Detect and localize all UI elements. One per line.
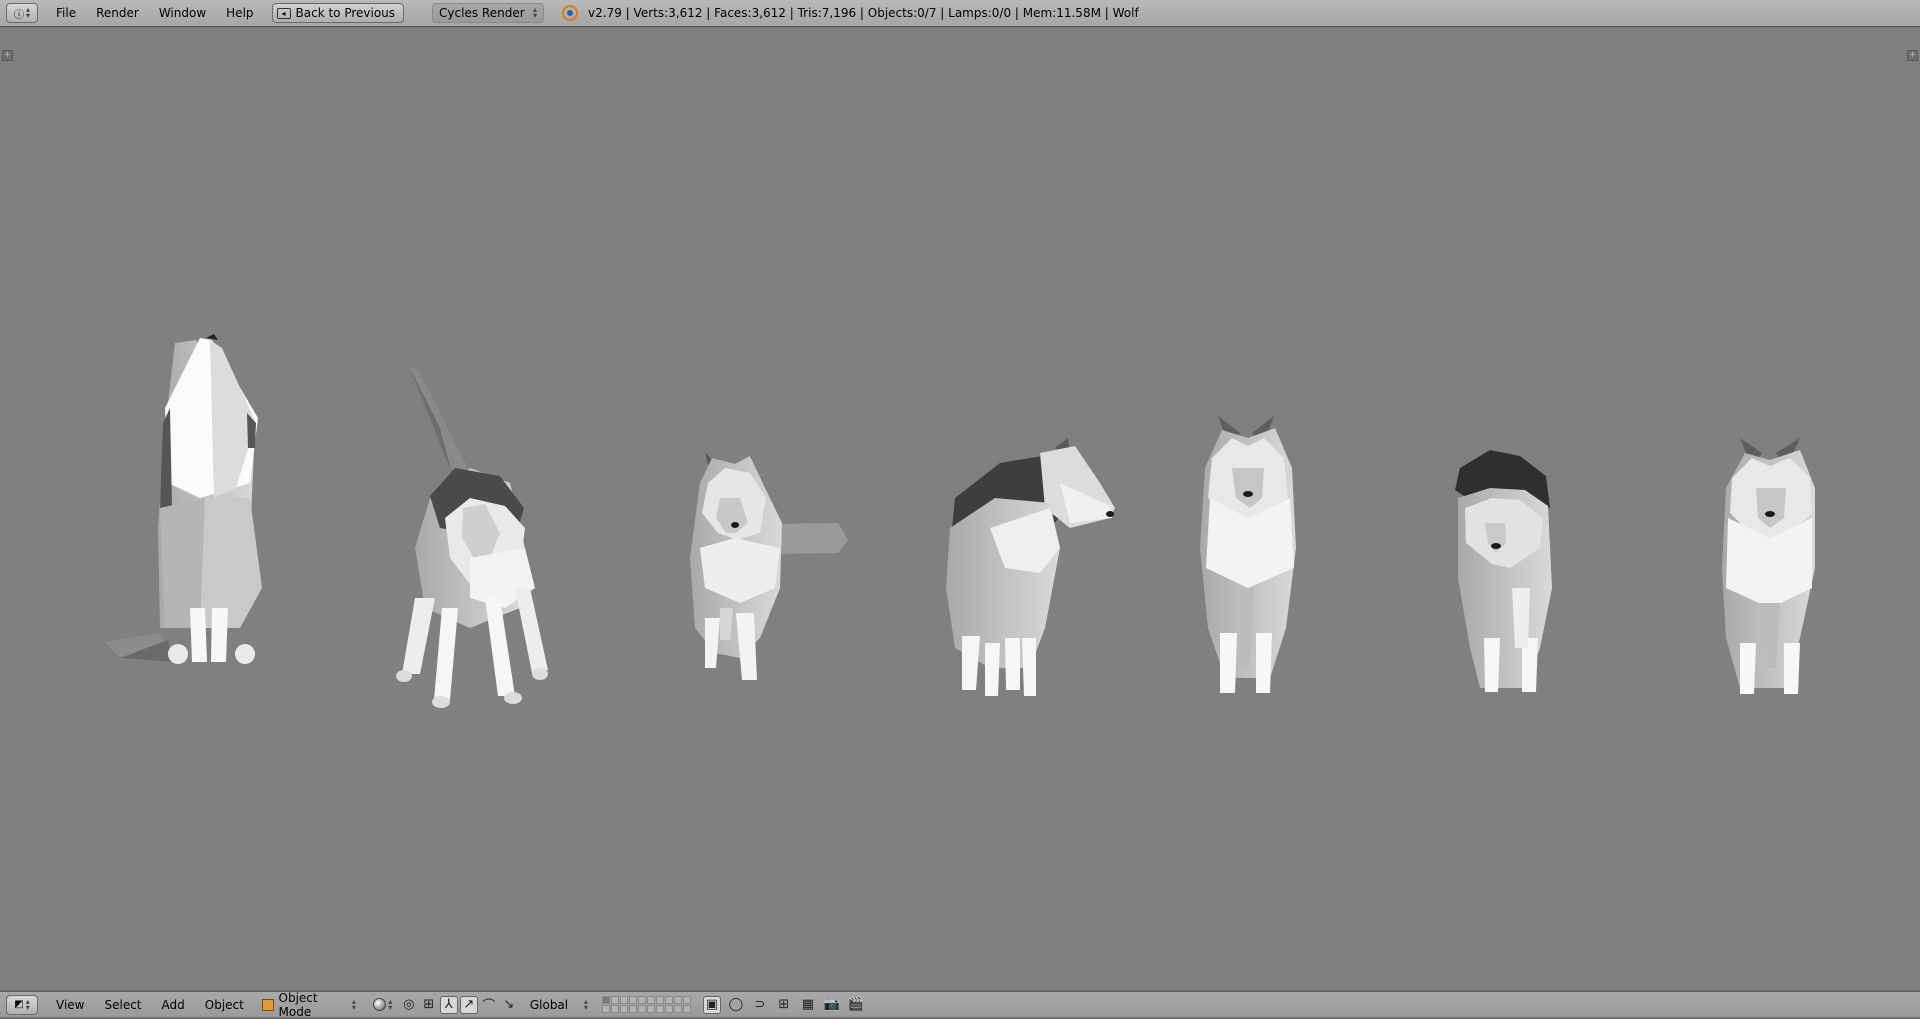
render-image-icon[interactable]: 📷 [823, 996, 841, 1014]
menu-help[interactable]: Help [216, 3, 263, 23]
snap-element-icon[interactable]: ⊞ [775, 996, 793, 1014]
wolf-model-head-down[interactable] [1455, 450, 1552, 692]
blender-logo-icon [562, 5, 579, 21]
layer-button[interactable] [646, 1005, 655, 1013]
view-menu-bar: View Select Add Object [46, 995, 254, 1015]
snap-icon[interactable]: ⊃ [751, 996, 769, 1014]
menu-object[interactable]: Object [195, 995, 254, 1015]
layer-button[interactable] [682, 1005, 691, 1013]
info-header: ⓘ ▴ ▾ File Render Window Help ◂ Back to P… [0, 0, 1920, 27]
scene-statistics: v2.79 | Verts:3,612 | Faces:3,612 | Tris… [588, 6, 1139, 20]
menu-file[interactable]: File [46, 3, 86, 23]
viewport-shading-select[interactable]: ▴ ▾ [368, 995, 398, 1015]
updown-arrows-icon: ▴ ▾ [388, 996, 393, 1012]
wolf-model-running[interactable] [690, 453, 848, 680]
editor-type-button[interactable]: ◩ ▴ ▾ [6, 994, 38, 1015]
opengl-render-icon[interactable]: ▦ [799, 996, 817, 1014]
updown-arrows-icon: ▴ ▾ [351, 996, 356, 1012]
rotate-manipulator-icon[interactable]: ↗ [459, 995, 478, 1014]
layer-button[interactable] [637, 1005, 646, 1013]
layer-button[interactable] [601, 996, 610, 1004]
interaction-mode-select[interactable]: Object Mode ▴ ▾ [258, 991, 362, 1019]
layer-button[interactable] [628, 996, 637, 1004]
updown-arrows-icon: ▴ ▾ [533, 5, 538, 20]
3d-viewport[interactable]: + + [0, 28, 1920, 990]
layer-button[interactable] [619, 1005, 628, 1013]
wolf-model-tail-up[interactable] [396, 368, 548, 708]
wolf-models-scene [105, 334, 1815, 708]
main-menu: File Render Window Help [46, 3, 264, 23]
layer-button[interactable] [664, 1005, 673, 1013]
layer-button[interactable] [682, 996, 691, 1004]
menu-render[interactable]: Render [86, 3, 149, 23]
pivot-point-icon[interactable]: ◎ [400, 996, 418, 1014]
back-arrow-icon: ◂ [276, 7, 291, 19]
updown-arrows-icon: ▴ ▾ [25, 996, 30, 1012]
transform-mode-icon[interactable]: ↘ [500, 996, 518, 1014]
layer-button[interactable] [664, 996, 673, 1004]
menu-select[interactable]: Select [94, 995, 151, 1015]
layer-button[interactable] [646, 996, 655, 1004]
transform-orientation-value: Global [529, 997, 569, 1012]
3d-view-header: ◩ ▴ ▾ View Select Add Object Object Mode … [0, 991, 1920, 1019]
layer-button[interactable] [628, 1005, 637, 1013]
back-to-previous-button[interactable]: ◂ Back to Previous [271, 3, 405, 23]
info-icon: ⓘ [13, 9, 24, 21]
render-engine-value: Cycles Render [439, 6, 525, 20]
editor-type-button[interactable]: ⓘ ▴ ▾ [6, 3, 38, 23]
wolf-model-sitting-howling[interactable] [105, 334, 262, 664]
transform-orientation-select[interactable]: Global ▴ ▾ [526, 995, 592, 1015]
updown-arrows-icon: ▴ ▾ [583, 996, 588, 1012]
layer-button[interactable] [610, 996, 619, 1004]
render-engine-select[interactable]: Cycles Render ▴ ▾ [432, 3, 545, 23]
layer-button[interactable] [673, 996, 682, 1004]
shading-sphere-icon [373, 998, 387, 1011]
menu-add[interactable]: Add [152, 995, 195, 1015]
scene-layers[interactable] [601, 996, 691, 1013]
viewport-tools: ▣ ◯ ⊃ ⊞ ▦ 📷 🎬 [701, 995, 865, 1014]
layer-button[interactable] [619, 996, 628, 1004]
layer-button[interactable] [673, 1005, 682, 1013]
3d-view-icon: ◩ [14, 999, 24, 1010]
lock-layers-icon[interactable]: ▣ [702, 995, 721, 1014]
layer-button[interactable] [610, 1005, 619, 1013]
menu-view[interactable]: View [46, 995, 94, 1015]
back-to-previous-label: Back to Previous [295, 6, 396, 20]
wolf-model-looking-sideways[interactable] [946, 438, 1115, 696]
layer-button[interactable] [655, 996, 664, 1004]
updown-arrows-icon: ▴ ▾ [25, 5, 30, 20]
menu-window[interactable]: Window [149, 3, 216, 23]
layer-button[interactable] [637, 996, 646, 1004]
layer-button[interactable] [655, 1005, 664, 1013]
render-animation-icon[interactable]: 🎬 [847, 996, 865, 1014]
interaction-mode-value: Object Mode [278, 990, 318, 1019]
translate-manipulator-icon[interactable]: ⅄ [439, 995, 458, 1014]
wolf-model-standing-front[interactable] [1200, 416, 1296, 693]
manipulator-toggle-icon[interactable]: ⊞ [420, 996, 438, 1014]
object-mode-cube-icon [261, 998, 274, 1011]
wolf-model-standing-front-2[interactable] [1722, 438, 1815, 694]
layer-button[interactable] [601, 1005, 610, 1013]
proportional-editing-icon[interactable]: ◯ [727, 996, 745, 1014]
scale-manipulator-icon[interactable]: ⌒ [480, 996, 498, 1014]
